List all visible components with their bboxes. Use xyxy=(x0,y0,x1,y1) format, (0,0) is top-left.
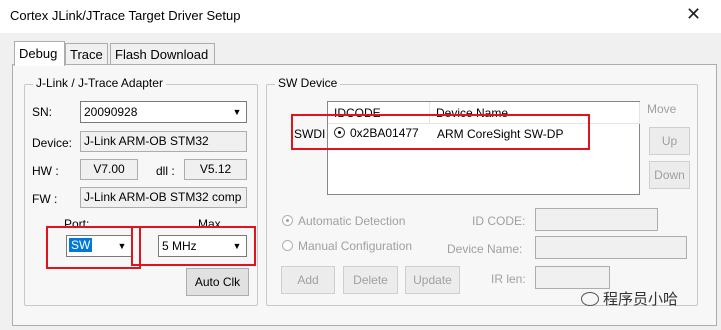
watermark: 程序员小哈 xyxy=(581,288,678,309)
manual-configuration-label: Manual Configuration xyxy=(298,239,413,253)
ir-len-field[interactable] xyxy=(535,266,610,289)
automatic-detection-radio[interactable]: Automatic Detection xyxy=(282,214,405,228)
tab-debug[interactable]: Debug xyxy=(14,41,65,66)
tab-flash-download[interactable]: Flash Download xyxy=(110,43,215,65)
move-label: Move xyxy=(647,102,677,116)
dll-field: V5.12 xyxy=(184,159,247,180)
window-title: Cortex JLink/JTrace Target Driver Setup xyxy=(10,8,241,23)
move-down-button[interactable]: Down xyxy=(649,161,690,189)
radio-unselected-icon xyxy=(282,240,293,251)
ir-len-label: IR len: xyxy=(491,272,526,286)
sn-value: 20090928 xyxy=(84,105,138,119)
fw-label: FW : xyxy=(32,192,58,206)
fw-field: J-Link ARM-OB STM32 comp xyxy=(80,187,247,208)
max-highlight-box xyxy=(131,226,256,266)
tab-trace[interactable]: Trace xyxy=(65,43,108,65)
jlink-adapter-legend: J-Link / J-Trace Adapter xyxy=(33,76,166,90)
dll-label: dll : xyxy=(156,164,175,178)
delete-button[interactable]: Delete xyxy=(343,266,398,294)
id-code-field[interactable] xyxy=(535,208,658,231)
title-bar: Cortex JLink/JTrace Target Driver Setup … xyxy=(0,0,721,33)
chevron-down-icon[interactable]: ▼ xyxy=(229,103,245,121)
device-name-label: Device Name: xyxy=(447,242,523,256)
hw-field: V7.00 xyxy=(80,159,138,180)
device-name-field[interactable] xyxy=(535,236,687,259)
radio-selected-icon xyxy=(282,215,293,226)
device-label: Device: xyxy=(32,136,73,150)
watermark-text: 程序员小哈 xyxy=(603,291,679,308)
wechat-icon xyxy=(581,292,599,306)
id-code-label: ID CODE: xyxy=(472,214,526,228)
manual-configuration-radio[interactable]: Manual Configuration xyxy=(282,239,412,253)
sn-label: SN: xyxy=(32,105,53,119)
close-icon[interactable]: ✕ xyxy=(686,4,701,25)
automatic-detection-label: Automatic Detection xyxy=(298,214,406,228)
add-button[interactable]: Add xyxy=(281,266,335,294)
device-field: J-Link ARM-OB STM32 xyxy=(80,131,247,152)
hw-label: HW : xyxy=(32,164,59,178)
sw-device-legend: SW Device xyxy=(275,76,341,90)
auto-clk-button[interactable]: Auto Clk xyxy=(186,268,249,296)
sw-device-highlight-box xyxy=(291,114,590,150)
update-button[interactable]: Update xyxy=(405,266,460,294)
port-highlight-box xyxy=(46,226,141,269)
move-up-button[interactable]: Up xyxy=(649,127,690,155)
sn-select[interactable]: 20090928 ▼ xyxy=(80,101,247,123)
